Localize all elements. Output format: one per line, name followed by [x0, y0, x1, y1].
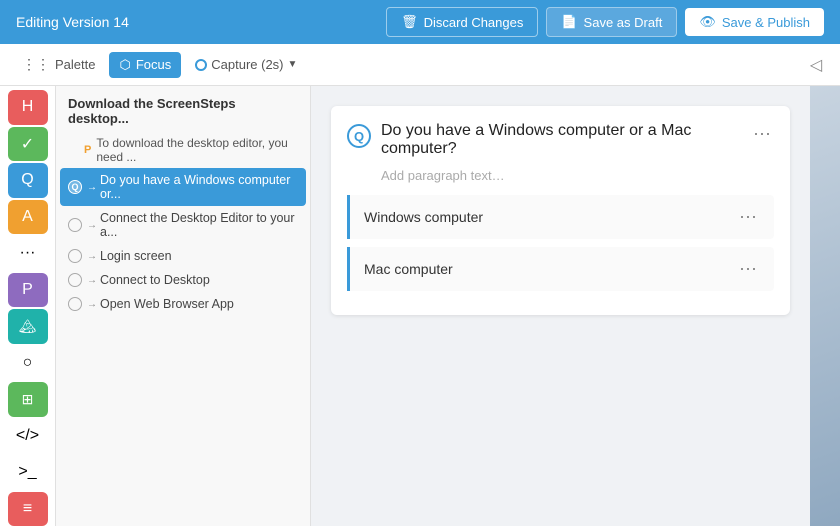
heading-icon: H — [22, 98, 34, 116]
sidebar-section-title[interactable]: Download the ScreenSteps desktop... — [56, 86, 310, 132]
focus-icon: ⬡ — [119, 57, 130, 73]
heading-icon-btn[interactable]: H — [8, 90, 48, 125]
p-icon: P — [22, 281, 33, 299]
content-sidebar: Download the ScreenSteps desktop... P To… — [56, 86, 311, 526]
step-dot-1: Q — [68, 180, 82, 194]
capture-dropdown-arrow: ▼ — [288, 59, 298, 70]
save-draft-button[interactable]: 📄 Save as Draft — [546, 7, 677, 37]
landscape-icon-btn[interactable]: 🏔 — [8, 309, 48, 344]
top-bar-left: Editing Version 14 — [16, 14, 129, 30]
question-type-icon: Q — [347, 124, 371, 148]
publish-button[interactable]: 👁 Save & Publish — [685, 8, 824, 36]
collapse-panel-button[interactable]: ◁ — [804, 53, 828, 77]
icon-sidebar: H ✓ Q A ··· P 🏔 ○ ⊞ </> >_ — [0, 86, 56, 526]
arrow-icon-4: → — [87, 275, 97, 286]
question-card: Q Do you have a Windows computer or a Ma… — [331, 106, 790, 315]
dots-icon: ··· — [20, 244, 36, 262]
question-more-button[interactable]: ⋯ — [750, 122, 774, 146]
sidebar-item-connect-desktop[interactable]: → Connect to Desktop — [60, 268, 306, 292]
toolbar: ⋮⋮ Palette ⬡ Focus Capture (2s) ▼ ◁ — [0, 44, 840, 86]
circle-icon-btn[interactable]: ○ — [8, 346, 48, 381]
terminal-icon: >_ — [18, 463, 36, 481]
paragraph-placeholder[interactable]: Add paragraph text… — [381, 168, 774, 183]
check-icon-btn[interactable]: ✓ — [8, 127, 48, 162]
code-icon-btn[interactable]: </> — [8, 419, 48, 454]
palette-icon: ⋮⋮ — [22, 56, 50, 73]
code-icon: </> — [16, 427, 39, 445]
table-icon-btn[interactable]: ⊞ — [8, 382, 48, 417]
top-bar-actions: 🗑 Discard Changes 📄 Save as Draft 👁 Save… — [386, 7, 824, 37]
list-icon-btn[interactable]: ≡ — [8, 492, 48, 526]
answer-option-mac: Mac computer ⋯ — [347, 247, 774, 291]
focus-button[interactable]: ⬡ Focus — [109, 52, 181, 78]
p-icon-btn[interactable]: P — [8, 273, 48, 308]
answer-windows-more-button[interactable]: ⋯ — [736, 205, 760, 229]
question-dot-icon: Q — [71, 182, 78, 192]
step-dot-4 — [68, 273, 82, 287]
background-decoration — [810, 86, 840, 526]
landscape-icon: 🏔 — [19, 318, 37, 335]
main-content: Q Do you have a Windows computer or a Ma… — [311, 86, 810, 526]
question-header: Q Do you have a Windows computer or a Ma… — [347, 122, 774, 158]
text-a-icon-btn[interactable]: A — [8, 200, 48, 235]
text-a-icon: A — [22, 208, 33, 226]
arrow-icon-3: → — [87, 251, 97, 262]
capture-icon — [195, 59, 207, 71]
capture-button[interactable]: Capture (2s) ▼ — [185, 52, 307, 77]
trash-icon: 🗑 — [401, 14, 418, 30]
palette-button[interactable]: ⋮⋮ Palette — [12, 51, 105, 78]
discard-button[interactable]: 🗑 Discard Changes — [386, 7, 538, 37]
main-layout: H ✓ Q A ··· P 🏔 ○ ⊞ </> >_ — [0, 86, 840, 526]
sidebar-sub-item-download[interactable]: P To download the desktop editor, you ne… — [60, 132, 306, 168]
question-icon: Q — [21, 171, 33, 189]
circle-icon: ○ — [23, 354, 33, 372]
sidebar-item-connect-editor[interactable]: → Connect the Desktop Editor to your a..… — [60, 206, 306, 244]
terminal-icon-btn[interactable]: >_ — [8, 455, 48, 490]
toolbar-right: ◁ — [804, 53, 828, 77]
sidebar-item-web-browser[interactable]: → Open Web Browser App — [60, 292, 306, 316]
eye-icon: 👁 — [699, 14, 716, 30]
answer-mac-more-button[interactable]: ⋯ — [736, 257, 760, 281]
question-icon-btn[interactable]: Q — [8, 163, 48, 198]
draft-icon: 📄 — [561, 14, 577, 30]
arrow-icon-1: → — [87, 182, 97, 193]
check-icon: ✓ — [21, 134, 34, 154]
answer-text-windows: Windows computer — [364, 209, 483, 225]
top-bar: Editing Version 14 🗑 Discard Changes 📄 S… — [0, 0, 840, 44]
list-icon: ≡ — [23, 500, 32, 518]
arrow-icon-5: → — [87, 299, 97, 310]
sidebar-item-login[interactable]: → Login screen — [60, 244, 306, 268]
p-tag-icon: P — [84, 144, 91, 156]
step-dot-5 — [68, 297, 82, 311]
step-dot-2 — [68, 218, 82, 232]
question-title: Do you have a Windows computer or a Mac … — [381, 122, 750, 158]
editing-title: Editing Version 14 — [16, 14, 129, 30]
answer-text-mac: Mac computer — [364, 261, 453, 277]
step-dot-3 — [68, 249, 82, 263]
dots-icon-btn[interactable]: ··· — [8, 236, 48, 271]
sidebar-item-question[interactable]: Q → Do you have a Windows computer or... — [60, 168, 306, 206]
arrow-icon-2: → — [87, 220, 97, 231]
table-icon: ⊞ — [22, 391, 34, 408]
answer-option-windows: Windows computer ⋯ — [347, 195, 774, 239]
